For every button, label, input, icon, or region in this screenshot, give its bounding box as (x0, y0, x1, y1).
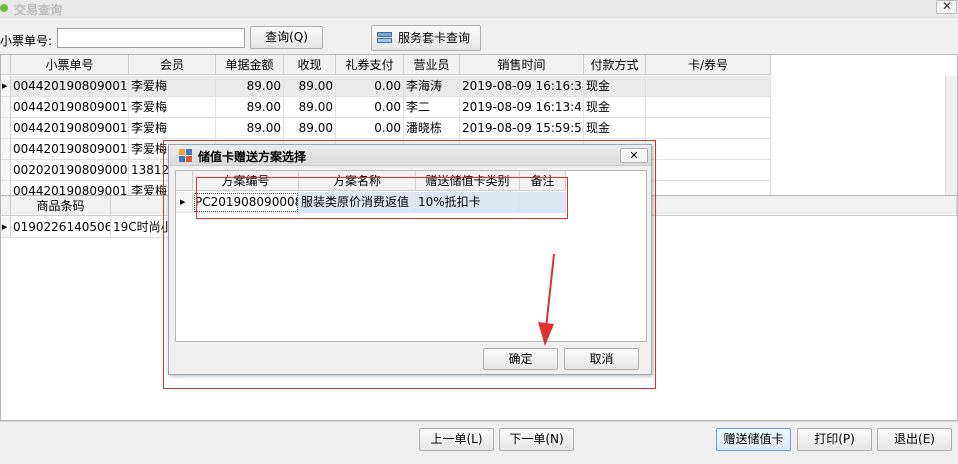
table-cell[interactable]: 现金 (584, 76, 646, 97)
table-cell[interactable]: 004420190809001​4 (11, 139, 129, 160)
current-row-icon: ▶ (2, 82, 8, 90)
table-cell[interactable]: 0.00 (336, 118, 404, 139)
dialog-app-icon (179, 149, 192, 162)
column-header[interactable]: 礼券支付 (336, 55, 404, 75)
dialog-close-button[interactable]: ✕ (620, 148, 648, 163)
row-indicator: ▶ (176, 192, 193, 213)
column-header[interactable]: 销售时间 (460, 55, 584, 75)
table-cell[interactable] (646, 160, 771, 181)
service-card-query-button[interactable]: 服务套卡查询 (371, 25, 481, 51)
column-header[interactable]: 商品条码 (11, 196, 111, 216)
table-cell[interactable] (646, 118, 771, 139)
current-row-icon: ▶ (180, 198, 186, 206)
table-cell[interactable]: 89.00 (216, 97, 284, 118)
query-button[interactable]: 查询(Q) (250, 26, 323, 49)
column-header[interactable]: 会员 (129, 55, 216, 75)
table-cell[interactable]: 89.00 (216, 76, 284, 97)
table-cell[interactable]: 004420190809001​7 (11, 76, 129, 97)
ticket-number-input[interactable] (57, 28, 245, 48)
row-indicator: ▶ (1, 76, 11, 97)
row-indicator: ▶ (1, 217, 11, 238)
annotation-arrow-icon (538, 253, 555, 346)
table-cell[interactable]: 2019-08-09 16:16:38 (460, 76, 584, 97)
cancel-button[interactable]: 取消 (564, 348, 639, 370)
table-cell[interactable] (520, 192, 566, 213)
table-cell[interactable]: PC201908090008 (193, 192, 299, 213)
table-cell[interactable]: 89.00 (284, 118, 336, 139)
table-cell[interactable] (646, 181, 771, 195)
ticket-number-label: 小票单号: (0, 34, 53, 48)
table-cell[interactable]: 004420190809001​3 (11, 181, 129, 195)
table-cell[interactable]: 2019-08-09 15:59:58 (460, 118, 584, 139)
table-cell[interactable]: 李爱梅 (129, 118, 216, 139)
ok-button[interactable]: 确定 (483, 348, 558, 370)
column-header[interactable]: 收现 (284, 55, 336, 75)
close-icon: ✕ (629, 149, 639, 162)
table-cell[interactable]: 李海涛 (404, 76, 460, 97)
next-button[interactable]: 下一单(N) (499, 428, 574, 451)
column-header[interactable]: 赠送储值卡类别 (416, 171, 520, 191)
table-cell[interactable]: 李爱梅 (129, 76, 216, 97)
column-header[interactable]: 方案编号 (193, 171, 299, 191)
current-row-icon: ▶ (2, 223, 8, 231)
row-indicator (1, 97, 11, 118)
row-indicator (1, 118, 11, 139)
window-close-button[interactable]: ✕ (936, 0, 957, 14)
row-indicator (1, 139, 11, 160)
table-cell[interactable]: 现金 (584, 118, 646, 139)
service-card-query-label: 服务套卡查询 (398, 31, 471, 45)
table-cell[interactable]: 2019-08-09 16:13:42 (460, 97, 584, 118)
table-cell[interactable]: 10%抵扣卡 (416, 192, 520, 213)
table-cell[interactable]: 李爱梅 (129, 97, 216, 118)
table-cell[interactable] (646, 76, 771, 97)
exit-button[interactable]: 退出(E) (877, 428, 952, 451)
gift-card-button[interactable]: 赠送储值卡 (716, 428, 791, 451)
row-header-corner (1, 196, 11, 216)
row-header-corner (1, 55, 11, 75)
table-cell[interactable]: 0190226140506 (11, 217, 111, 238)
column-header[interactable]: 付款方式 (584, 55, 646, 75)
table-cell[interactable]: 现金 (584, 97, 646, 118)
dialog-title-bar: 储值卡赠送方案选择 ✕ (169, 145, 651, 166)
table-cell[interactable]: 19C时尚小 (111, 217, 171, 238)
table-cell[interactable] (646, 139, 771, 160)
column-header[interactable]: 营业员 (404, 55, 460, 75)
table-cell[interactable]: 002020190809000​7 (11, 160, 129, 181)
app-icon (0, 4, 8, 12)
column-header[interactable]: 小票单号 (11, 55, 129, 75)
dialog-title: 储值卡赠送方案选择 (198, 150, 307, 164)
row-indicator (1, 181, 11, 195)
table-cell[interactable]: 89.00 (216, 118, 284, 139)
column-header[interactable]: 卡/券号 (646, 55, 771, 75)
window-title: 交易查询 (14, 3, 63, 17)
footer-bar: 上一单(L) 下一单(N) 赠送储值卡 打印(P) 退出(E) (0, 421, 958, 464)
print-button[interactable]: 打印(P) (797, 428, 872, 451)
table-cell[interactable]: 004420190809001​5 (11, 118, 129, 139)
gift-plan-dialog: 储值卡赠送方案选择 ✕ 方案编号 方案名称 赠送储值卡类别 备注 ▶ PC20190809… (168, 144, 652, 375)
prev-button[interactable]: 上一单(L) (419, 428, 494, 451)
table-cell[interactable]: 0.00 (336, 97, 404, 118)
table-cell[interactable]: 0.00 (336, 76, 404, 97)
card-icon (377, 32, 392, 43)
orders-scrollbar[interactable] (945, 76, 957, 195)
window-title-bar: 交易查询 ✕ (0, 0, 958, 18)
table-cell[interactable]: 李二 (404, 97, 460, 118)
close-icon: ✕ (942, 0, 953, 13)
column-header[interactable]: 方案名称 (299, 171, 416, 191)
table-cell[interactable]: 潘晓栋 (404, 118, 460, 139)
table-cell[interactable] (646, 97, 771, 118)
plan-table: 方案编号 方案名称 赠送储值卡类别 备注 ▶ PC201908090008 服装类原价消费返… (175, 170, 647, 342)
table-cell[interactable]: 004420190809001​6 (11, 97, 129, 118)
row-header-corner (176, 171, 193, 191)
row-indicator (1, 160, 11, 181)
column-header[interactable]: 备注 (520, 171, 566, 191)
table-cell[interactable]: 89.00 (284, 97, 336, 118)
column-header[interactable]: 单据金额 (216, 55, 284, 75)
table-cell[interactable]: 服装类原价消费返值 (299, 192, 416, 213)
table-cell[interactable]: 89.00 (284, 76, 336, 97)
